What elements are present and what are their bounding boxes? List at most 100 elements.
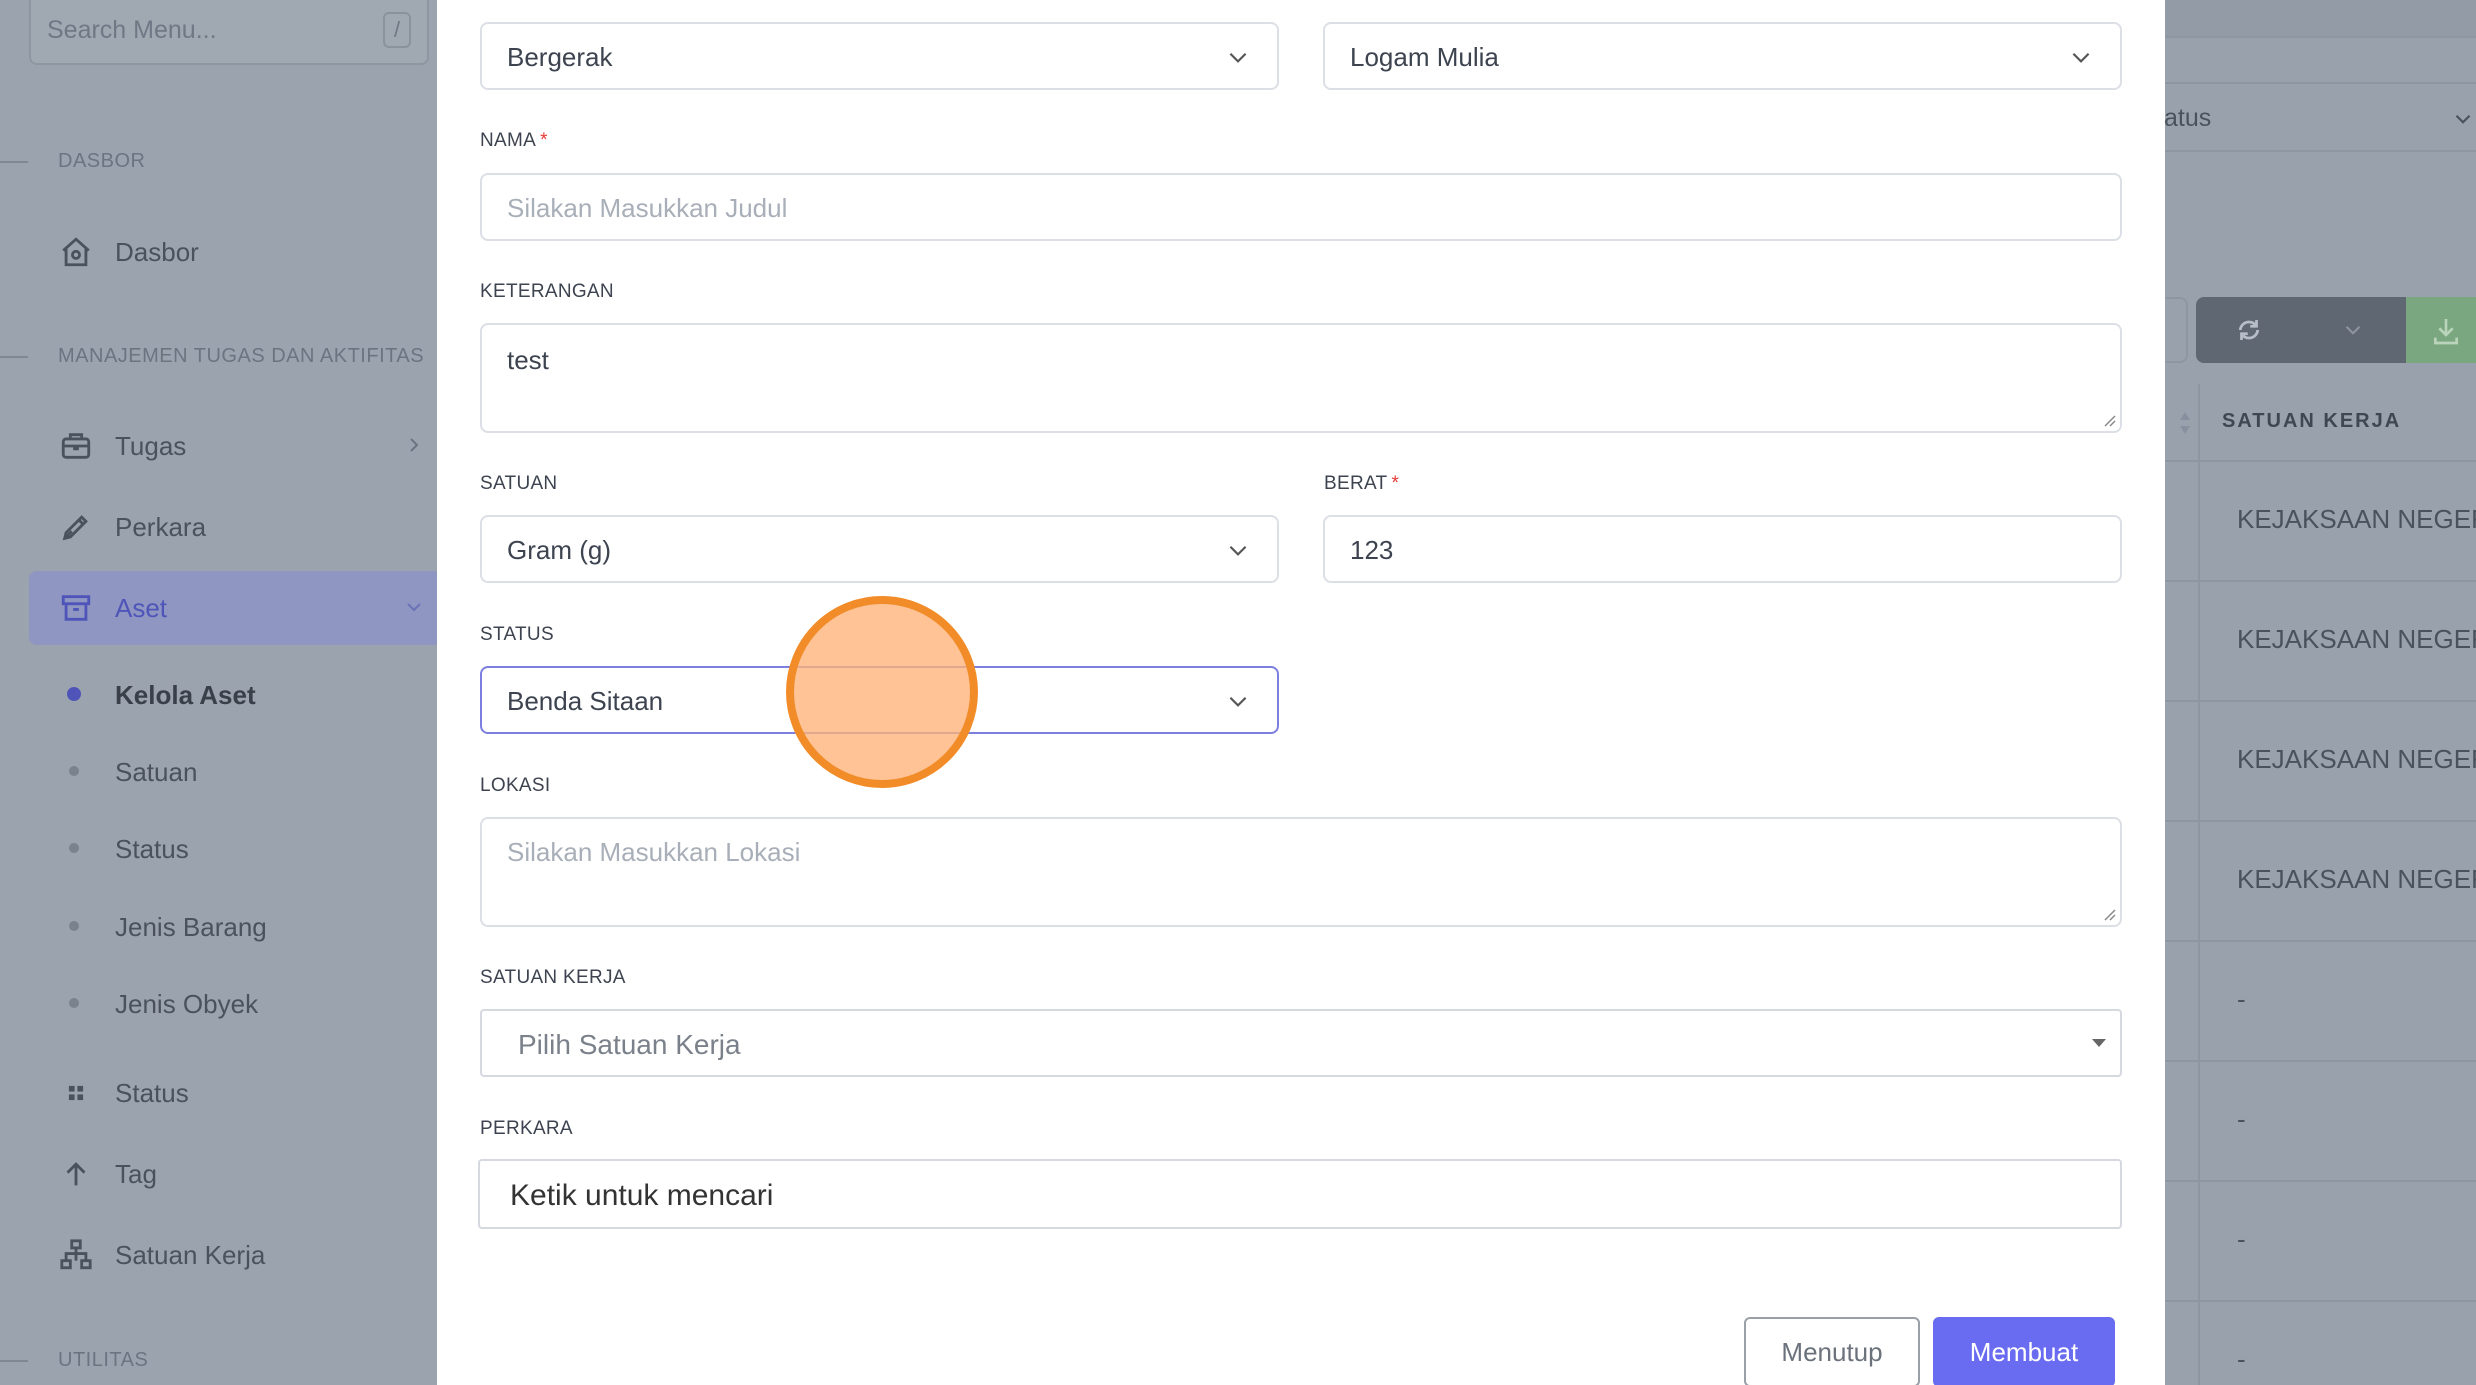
lokasi-textarea[interactable]: Silakan Masukkan Lokasi bbox=[480, 817, 2122, 927]
table-row: KEJAKSAAN NEGERI S bbox=[2164, 822, 2476, 942]
sidebar-subitem-kelola-aset[interactable]: Kelola Aset bbox=[29, 664, 429, 724]
section-divider bbox=[0, 1360, 28, 1362]
sidebar-item-label: Tag bbox=[115, 1159, 157, 1189]
status-value: Benda Sitaan bbox=[507, 686, 664, 716]
chevron-down-icon bbox=[2345, 325, 2361, 335]
status-select[interactable]: Benda Sitaan bbox=[480, 666, 1279, 734]
perkara-label: PERKARA bbox=[480, 1118, 573, 1139]
table-cell: KEJAKSAAN NEGERI S bbox=[2237, 504, 2476, 534]
table-row: - bbox=[2164, 1302, 2476, 1385]
sidebar-item-label: Dasbor bbox=[115, 237, 199, 267]
home-icon bbox=[62, 237, 90, 267]
jenis-barang-select[interactable]: Bergerak bbox=[480, 22, 1279, 90]
berat-label-text: BERAT bbox=[1324, 473, 1388, 494]
sidebar-subitem-label: Status bbox=[115, 834, 189, 864]
perkara-placeholder: Ketik untuk mencari bbox=[510, 1179, 774, 1212]
background-table-area: atus SATUAN KERJA KEJAKSAAN NEGERI S KEJ… bbox=[2164, 0, 2476, 1385]
satuan-select[interactable]: Gram (g) bbox=[480, 515, 1279, 583]
sidebar-item-label: Satuan Kerja bbox=[115, 1240, 266, 1270]
table-cell: KEJAKSAAN NEGERI S bbox=[2237, 744, 2476, 774]
status-filter-select[interactable]: atus bbox=[2164, 82, 2476, 152]
sidebar-item-satuan-kerja[interactable]: Satuan Kerja bbox=[29, 1218, 440, 1292]
sidebar-item-tag[interactable]: Tag bbox=[29, 1137, 440, 1211]
close-button[interactable]: Menutup bbox=[1744, 1317, 1920, 1385]
sidebar-subitem-label: Satuan bbox=[115, 757, 198, 787]
section-divider bbox=[0, 161, 28, 163]
sidebar-item-status[interactable]: Status bbox=[29, 1056, 440, 1130]
sidebar-subitem-label: Jenis Obyek bbox=[115, 989, 259, 1019]
submit-button[interactable]: Membuat bbox=[1933, 1317, 2115, 1385]
sidebar-subitem-status[interactable]: Status bbox=[29, 818, 429, 878]
section-label-dasbor: DASBOR bbox=[58, 150, 146, 172]
keterangan-label: KETERANGAN bbox=[480, 281, 614, 302]
satuan-kerja-select[interactable]: Pilih Satuan Kerja bbox=[480, 1009, 2122, 1077]
refresh-icon bbox=[2238, 320, 2260, 340]
berat-input[interactable]: 123 bbox=[1323, 515, 2122, 583]
chevron-down-icon bbox=[1229, 52, 1247, 63]
nama-input[interactable]: Silakan Masukkan Judul bbox=[480, 173, 2122, 241]
refresh-button-group[interactable] bbox=[2196, 297, 2406, 363]
grid-icon bbox=[68, 1085, 84, 1101]
caret-down-icon bbox=[2092, 1039, 2106, 1047]
create-asset-modal: Bergerak Logam Mulia NAMA * Silakan Masuk… bbox=[437, 0, 2165, 1385]
sidebar-item-perkara[interactable]: Perkara bbox=[29, 490, 440, 564]
satuan-kerja-placeholder: Pilih Satuan Kerja bbox=[518, 1029, 741, 1060]
column-header-satuan-kerja: SATUAN KERJA bbox=[2222, 410, 2402, 432]
sidebar-item-tugas[interactable]: Tugas bbox=[29, 409, 440, 483]
table-row: KEJAKSAAN NEGERI S bbox=[2164, 582, 2476, 702]
required-marker: * bbox=[1391, 473, 1400, 494]
sidebar-subitem-label: Kelola Aset bbox=[115, 680, 256, 710]
satuan-value: Gram (g) bbox=[507, 535, 611, 565]
nama-label: NAMA * bbox=[480, 130, 548, 152]
table-row: - bbox=[2164, 1062, 2476, 1182]
nama-placeholder: Silakan Masukkan Judul bbox=[507, 193, 788, 223]
sidebar-subitem-jenis-obyek[interactable]: Jenis Obyek bbox=[29, 973, 429, 1033]
sidebar-item-label: Aset bbox=[115, 593, 168, 623]
nama-label-text: NAMA bbox=[480, 130, 537, 151]
lokasi-placeholder: Silakan Masukkan Lokasi bbox=[507, 837, 801, 867]
sidebar-item-aset[interactable]: Aset bbox=[29, 571, 440, 645]
resize-handle-icon[interactable] bbox=[2102, 413, 2116, 427]
bullet-dot bbox=[69, 766, 79, 776]
sidebar-item-dasbor[interactable]: Dasbor bbox=[29, 215, 440, 289]
bullet-dot bbox=[69, 921, 79, 931]
chevron-down-icon bbox=[1229, 696, 1247, 707]
search-placeholder: Search Menu... bbox=[47, 16, 217, 44]
keterangan-textarea[interactable]: test bbox=[480, 323, 2122, 433]
jenis-barang-value: Bergerak bbox=[507, 42, 613, 72]
status-label: STATUS bbox=[480, 624, 554, 645]
sort-icon[interactable] bbox=[2178, 408, 2192, 438]
lokasi-label: LOKASI bbox=[480, 775, 551, 796]
table-cell: - bbox=[2237, 1224, 2246, 1254]
chevron-down-icon bbox=[2455, 114, 2471, 124]
background-top-band bbox=[2164, 0, 2476, 38]
bullet-dot bbox=[67, 687, 81, 701]
sidebar-subitem-label: Jenis Barang bbox=[115, 912, 267, 942]
table-cell: KEJAKSAAN NEGERI S bbox=[2237, 624, 2476, 654]
required-marker: * bbox=[540, 130, 548, 151]
sidebar-subitem-jenis-barang[interactable]: Jenis Barang bbox=[29, 896, 429, 956]
chevron-down-icon bbox=[2072, 52, 2090, 63]
chevron-down-icon bbox=[407, 603, 421, 612]
export-button[interactable] bbox=[2406, 297, 2476, 363]
bullet-dot bbox=[69, 998, 79, 1008]
resize-handle-icon[interactable] bbox=[2102, 907, 2116, 921]
sidebar-search-input[interactable]: Search Menu... / bbox=[29, 0, 429, 65]
table-cell: KEJAKSAAN NEGERI S bbox=[2237, 864, 2476, 894]
sidebar-item-label: Tugas bbox=[115, 431, 187, 461]
table-search-input[interactable] bbox=[2164, 297, 2188, 363]
download-icon bbox=[2434, 319, 2458, 345]
table-cell: - bbox=[2237, 984, 2246, 1014]
status-filter-label: atus bbox=[2164, 104, 2212, 132]
berat-label: BERAT * bbox=[1324, 473, 1399, 495]
berat-value: 123 bbox=[1350, 535, 1394, 565]
sidebar: Search Menu... / DASBOR Dasbor MANAJEMEN… bbox=[0, 0, 440, 1385]
keterangan-value: test bbox=[507, 345, 549, 375]
satuan-kerja-label: SATUAN KERJA bbox=[480, 967, 626, 988]
perkara-search-input[interactable]: Ketik untuk mencari bbox=[478, 1159, 2122, 1229]
jenis-obyek-select[interactable]: Logam Mulia bbox=[1323, 22, 2122, 90]
sidebar-subitem-satuan[interactable]: Satuan bbox=[29, 741, 429, 801]
sitemap-icon bbox=[60, 1239, 92, 1270]
table-cell: - bbox=[2237, 1104, 2246, 1134]
table-row: KEJAKSAAN NEGERI S bbox=[2164, 462, 2476, 582]
